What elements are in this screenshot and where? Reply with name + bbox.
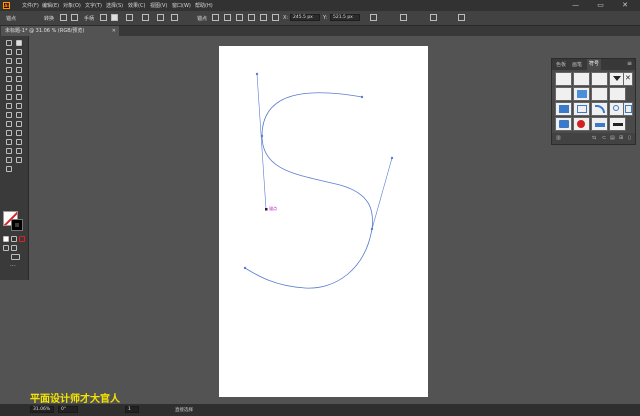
- symbol-cell[interactable]: [591, 72, 608, 86]
- panel-tabs: 色板 画笔 符号 ≡: [552, 59, 635, 70]
- symbol-grid: ✕: [555, 72, 633, 131]
- printer-icon: [625, 105, 632, 113]
- symbol-cell[interactable]: [591, 117, 608, 131]
- symbol-cell[interactable]: [555, 117, 572, 131]
- symbol-cell[interactable]: [555, 102, 572, 116]
- banner-icon: [577, 90, 587, 98]
- trash-icon[interactable]: ▯: [628, 135, 631, 141]
- symbol-cell[interactable]: [555, 87, 572, 101]
- place-symbol-icon[interactable]: ⇆: [592, 135, 596, 141]
- tab-symbols[interactable]: 符号: [587, 59, 602, 70]
- direction-line-top: [256, 73, 267, 210]
- search-icon: [613, 105, 619, 111]
- anchor-point: [243, 266, 247, 270]
- symbols-panel: 色板 画笔 符号 ≡ ✕ ▥ ⇆ ⊂ ▤ ⊞ ▯: [551, 58, 636, 145]
- symbol-cell[interactable]: [573, 102, 590, 116]
- strip-icon: [613, 123, 623, 126]
- symbol-cell[interactable]: ✕: [623, 72, 633, 86]
- s-curve-path: [244, 92, 373, 289]
- briefcase-icon: [559, 120, 569, 128]
- anchor-point: [360, 95, 364, 99]
- anchor-point: [370, 227, 374, 231]
- close-x-icon: ✕: [625, 74, 631, 82]
- current-tool-label: 直接选择: [175, 408, 193, 413]
- home-icon: [559, 105, 569, 113]
- handle-point: [390, 156, 394, 160]
- tab-swatches[interactable]: 色板: [556, 61, 566, 68]
- page-field[interactable]: 1: [125, 406, 139, 413]
- panel-menu-icon[interactable]: ≡: [627, 60, 632, 67]
- symbol-cell[interactable]: [591, 87, 608, 101]
- symbol-cell[interactable]: [573, 117, 590, 131]
- symbol-cell[interactable]: [591, 102, 608, 116]
- new-symbol-icon[interactable]: ⊞: [619, 135, 623, 141]
- zoom-field[interactable]: 31.06%: [30, 406, 54, 413]
- watermark-text: 平面设计师才大官人: [30, 394, 120, 405]
- panel-footer: ▥ ⇆ ⊂ ▤ ⊞ ▯: [552, 133, 635, 144]
- symbol-cell[interactable]: [609, 87, 626, 101]
- status-bar: 31.06% 0° 1 直接选择: [0, 404, 640, 416]
- path-canvas[interactable]: 锚点: [0, 0, 640, 416]
- symbol-cell[interactable]: [573, 87, 590, 101]
- symbol-cell[interactable]: [609, 117, 626, 131]
- tab-brushes[interactable]: 画笔: [572, 61, 582, 68]
- break-link-icon[interactable]: ⊂: [602, 135, 606, 141]
- symbol-options-icon[interactable]: ▤: [610, 135, 615, 141]
- symbol-cell[interactable]: [623, 102, 633, 116]
- anchor-hint-label: 锚点: [269, 205, 277, 211]
- calendar-icon: [577, 105, 587, 113]
- rss-icon: [595, 105, 605, 113]
- handle-point: [255, 72, 259, 76]
- car-icon: [595, 123, 605, 127]
- badge-icon: [577, 120, 585, 128]
- selected-anchor-point: [265, 208, 268, 211]
- arrow-down-icon: [613, 76, 621, 81]
- symbol-cell[interactable]: [555, 72, 572, 86]
- symbol-library-icon[interactable]: ▥: [556, 135, 561, 141]
- direction-line-right: [371, 157, 393, 230]
- symbol-cell[interactable]: [573, 72, 590, 86]
- anchor-point: [260, 134, 264, 138]
- rotation-field[interactable]: 0°: [58, 406, 78, 413]
